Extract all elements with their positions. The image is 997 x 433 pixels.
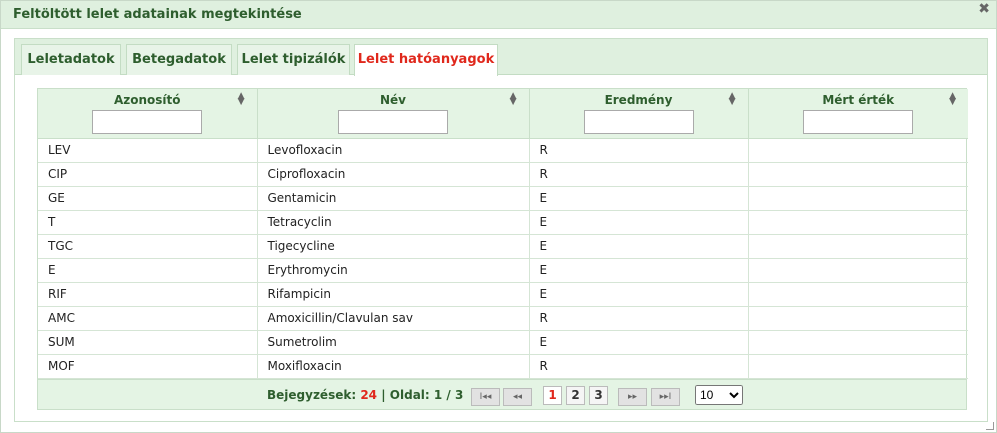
cell-nev: Tetracyclin [257,210,530,235]
last-page-button[interactable]: ▸▸I [651,387,680,406]
page-1-button[interactable]: 1 [543,385,562,405]
cell-nev: Gentamicin [257,186,530,211]
cell-azonosito: E [38,258,258,283]
page-3-button[interactable]: 3 [589,385,608,405]
records-label: Bejegyzések: [267,387,357,402]
cell-mert-ertek [748,258,968,283]
pager-separator: | [381,387,386,402]
table-row[interactable]: T Tetracyclin E [38,210,968,235]
cell-nev: Moxifloxacin [257,354,530,379]
cell-nev: Levofloxacin [257,138,530,163]
cell-mert-ertek [748,354,968,379]
cell-azonosito: RIF [38,282,258,307]
cell-azonosito: AMC [38,306,258,331]
table-row[interactable]: RIF Rifampicin E [38,282,968,307]
table-row[interactable]: CIP Ciprofloxacin R [38,162,968,187]
results-grid: Azonosító ▲ ▼ Név ▲ ▼ Eredmény ▲ ▼ Mért … [37,88,968,410]
tab-leletadatok[interactable]: Leletadatok [21,44,121,75]
sort-icon[interactable]: ▲ ▼ [238,92,245,107]
column-title: Azonosító [113,93,181,107]
filter-input-nev[interactable] [338,110,448,134]
cell-nev: Rifampicin [257,282,530,307]
cell-azonosito: CIP [38,162,258,187]
cell-eredmeny: E [529,282,749,307]
column-title: Mért érték [822,93,895,107]
page-label: Oldal: [389,387,430,402]
filter-input-mert-ertek[interactable] [803,110,914,134]
cell-azonosito: GE [38,186,258,211]
tab-strip: Leletadatok Betegadatok Lelet tipizálók … [15,39,987,76]
table-row[interactable]: E Erythromycin E [38,258,968,283]
resize-grip[interactable] [986,422,994,430]
table-row[interactable]: MOF Moxifloxacin R [38,354,968,379]
next-page-button[interactable]: ▸▸ [618,387,647,406]
cell-azonosito: MOF [38,354,258,379]
tab-lelet-hatoanyagok[interactable]: Lelet hatóanyagok [354,44,498,76]
cell-mert-ertek [748,210,968,235]
prev-page-button[interactable]: ◂◂ [503,387,532,406]
cell-mert-ertek [748,186,968,211]
cell-eredmeny: R [529,354,749,379]
tab-betegadatok[interactable]: Betegadatok [126,44,232,75]
cell-nev: Sumetrolim [257,330,530,355]
cell-nev: Amoxicillin/Clavulan sav [257,306,530,331]
table-row[interactable]: TGC Tigecycline E [38,234,968,259]
column-header-eredmeny[interactable]: Eredmény ▲ ▼ [529,89,749,139]
cell-eredmeny: E [529,186,749,211]
page-size-select[interactable]: 10 [695,384,743,405]
dialog-titlebar: Feltöltött lelet adatainak megtekintése … [1,1,996,29]
cell-nev: Ciprofloxacin [257,162,530,187]
sort-icon[interactable]: ▲ ▼ [510,92,517,107]
cell-eredmeny: E [529,234,749,259]
pager-bar: Bejegyzések: 24 | Oldal: 1 / 3 I◂◂ ◂◂ 1 … [38,378,966,409]
column-title: Eredmény [604,93,673,107]
cell-azonosito: SUM [38,330,258,355]
column-title: Név [379,93,406,107]
cell-azonosito: T [38,210,258,235]
cell-eredmeny: E [529,210,749,235]
records-total: 24 [360,387,378,402]
cell-eredmeny: E [529,330,749,355]
cell-azonosito: LEV [38,138,258,163]
cell-eredmeny: E [529,258,749,283]
cell-eredmeny: R [529,138,749,163]
close-icon[interactable]: ✖ [978,1,990,17]
cell-mert-ertek [748,330,968,355]
column-header-mert-ertek[interactable]: Mért érték ▲ ▼ [748,89,968,139]
sort-icon[interactable]: ▲ ▼ [949,92,956,107]
cell-eredmeny: R [529,162,749,187]
cell-mert-ertek [748,282,968,307]
tab-lelet-tipizalok[interactable]: Lelet tipizálók [237,44,350,75]
dialog-title: Feltöltött lelet adatainak megtekintése [13,7,302,22]
cell-mert-ertek [748,162,968,187]
cell-mert-ertek [748,306,968,331]
cell-azonosito: TGC [38,234,258,259]
page-2-button[interactable]: 2 [566,385,585,405]
cell-nev: Erythromycin [257,258,530,283]
table-row[interactable]: LEV Levofloxacin R [38,138,968,163]
dialog-window: Feltöltött lelet adatainak megtekintése … [0,0,997,433]
column-header-nev[interactable]: Név ▲ ▼ [257,89,530,139]
filter-input-azonosito[interactable] [92,110,203,134]
cell-eredmeny: R [529,306,749,331]
column-header-azonosito[interactable]: Azonosító ▲ ▼ [38,89,258,139]
tabs-panel: Leletadatok Betegadatok Lelet tipizálók … [14,38,988,422]
cell-mert-ertek [748,138,968,163]
results-table: Azonosító ▲ ▼ Név ▲ ▼ Eredmény ▲ ▼ Mért … [38,89,968,379]
table-row[interactable]: SUM Sumetrolim E [38,330,968,355]
cell-nev: Tigecycline [257,234,530,259]
table-row[interactable]: AMC Amoxicillin/Clavulan sav R [38,306,968,331]
cell-mert-ertek [748,234,968,259]
first-page-button[interactable]: I◂◂ [471,387,500,406]
filter-input-eredmeny[interactable] [583,110,694,134]
table-row[interactable]: GE Gentamicin E [38,186,968,211]
pager-info: Bejegyzések: 24 | Oldal: 1 / 3 [267,388,463,402]
header-row: Azonosító ▲ ▼ Név ▲ ▼ Eredmény ▲ ▼ Mért … [38,89,968,139]
page-value: 1 / 3 [433,387,464,402]
sort-icon[interactable]: ▲ ▼ [729,92,736,107]
